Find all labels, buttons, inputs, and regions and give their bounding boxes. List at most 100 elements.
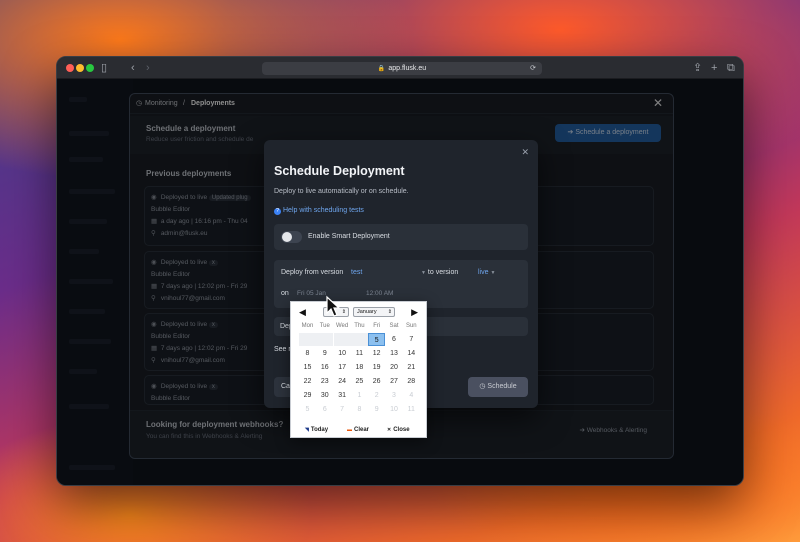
month-value: January [357,309,377,315]
minimize-window-button[interactable] [76,64,84,72]
calendar-day[interactable]: 10 [334,347,351,360]
calendar-day[interactable]: 8 [351,403,368,416]
close-label: Close [393,427,410,433]
weekday-header: Sun [405,323,417,329]
toggle-knob [282,232,292,242]
chevron-updown-icon: ⇕ [341,309,346,315]
calendar-day[interactable]: 31 [334,389,351,402]
lock-icon: 🔒 [377,66,386,72]
browser-titlebar: ▯ ‹ › 🔒 app.flusk.eu ⟳ ⇪ + ⧉ [57,57,743,79]
calendar-day[interactable]: 7 [334,403,351,416]
date-input[interactable]: Fri 05 Jan [297,290,326,297]
calendar-day[interactable]: 16 [316,361,333,374]
calendar-day[interactable] [350,333,368,346]
month-select[interactable]: January ⇕ [353,307,395,317]
calendar-day[interactable]: 14 [403,347,420,360]
today-label: Today [310,427,329,433]
calendar-day[interactable]: 26 [368,375,385,388]
calendar-day[interactable]: 9 [368,403,385,416]
date-picker: ◀ ⇕ January ⇕ ▶ Mon Tue Wed Thu Fri Sat Sun 5 6 7 8… [290,301,427,438]
schedule-button[interactable]: ◷ Schedule [468,377,528,397]
smart-deployment-label: Enable Smart Deployment [308,233,390,240]
smart-deployment-toggle[interactable] [281,231,302,243]
calendar-day[interactable]: 1 [351,389,368,402]
calendar-day[interactable]: 10 [386,403,403,416]
help-scheduling-link[interactable]: ? Help with scheduling tests [274,207,364,215]
time-input[interactable]: 12:00 AM [366,290,393,297]
weekday-header: Sat [389,323,399,329]
calendar-day[interactable]: 6 [386,333,403,346]
close-icon: ✕ [387,427,392,433]
calendar-day[interactable]: 2 [368,389,385,402]
calendar-day[interactable]: 22 [299,375,316,388]
forward-icon[interactable]: › [146,61,150,75]
calendar-day[interactable]: 5 [299,403,316,416]
calendar-day[interactable]: 8 [299,347,316,360]
calendar-day[interactable]: 20 [386,361,403,374]
close-button[interactable]: ✕ Close [387,427,410,433]
help-link-label: Help with scheduling tests [283,207,364,214]
calendar-day[interactable]: 18 [351,361,368,374]
chevron-down-icon[interactable]: ▼ [421,270,426,276]
reload-icon[interactable]: ⟳ [530,62,536,75]
address-bar[interactable]: 🔒 app.flusk.eu ⟳ [262,62,542,75]
clear-button[interactable]: ▬ Clear [347,427,369,433]
calendar-day[interactable]: 11 [403,403,420,416]
close-window-button[interactable] [66,64,74,72]
clear-label: Clear [354,427,370,433]
chevron-updown-icon: ⇕ [387,309,392,315]
back-icon[interactable]: ‹ [131,61,135,75]
modal-close-icon[interactable]: ✕ [521,147,529,158]
calendar-day[interactable]: 15 [299,361,316,374]
calendar-day[interactable]: 19 [368,361,385,374]
weekday-header: Wed [335,323,349,329]
url-text: app.flusk.eu [388,65,427,72]
modal-description: Deploy to live automatically or on sched… [274,188,409,195]
weekday-header: Tue [319,323,330,329]
calendar-day[interactable]: 28 [403,375,420,388]
calendar-day[interactable]: 12 [368,347,385,360]
share-icon[interactable]: ⇪ [693,61,702,75]
tab-overview-icon[interactable]: ⧉ [727,61,735,75]
new-tab-icon[interactable]: + [711,61,717,75]
deploy-from-label: Deploy from version [281,269,344,276]
from-version-select[interactable]: test [351,269,362,276]
prev-month-icon[interactable]: ◀ [299,307,306,318]
calendar-day[interactable]: 25 [351,375,368,388]
calendar-day[interactable] [333,333,351,346]
next-month-icon[interactable]: ▶ [411,307,418,318]
calendar-day[interactable] [316,333,334,346]
to-version-select[interactable]: live [478,269,489,276]
smart-deployment-row: Enable Smart Deployment [274,224,528,250]
mouse-cursor-icon [326,295,341,317]
sidebar-toggle-icon[interactable]: ▯ [101,61,107,75]
weekday-header: Thu [354,323,365,329]
calendar-day[interactable]: 27 [386,375,403,388]
calendar-day[interactable]: 24 [334,375,351,388]
calendar-day[interactable]: 23 [316,375,333,388]
calendar-day[interactable]: 17 [334,361,351,374]
calendar-day[interactable]: 11 [351,347,368,360]
to-version-label: to version [427,269,459,276]
calendar-day[interactable]: 30 [316,389,333,402]
calendar-day[interactable]: 3 [386,389,403,402]
calendar-day[interactable]: 6 [316,403,333,416]
zoom-window-button[interactable] [86,64,94,72]
weekday-header: Mon [301,323,314,329]
calendar-day[interactable]: 4 [403,389,420,402]
calendar-day[interactable]: 29 [299,389,316,402]
calendar-day[interactable]: 9 [316,347,333,360]
modal-title: Schedule Deployment [274,164,405,178]
help-icon: ? [274,208,281,215]
calendar-day[interactable]: 13 [386,347,403,360]
chevron-down-icon[interactable]: ▼ [490,270,495,276]
on-label: on [281,290,289,297]
calendar-day[interactable]: 21 [403,361,420,374]
today-button[interactable]: ◥ Today [305,427,328,433]
calendar-day[interactable] [299,333,316,346]
weekday-header: Fri [373,323,381,329]
calendar-day[interactable]: 7 [403,333,420,346]
schedule-button-label: Schedule [487,383,517,390]
calendar-day-selected[interactable]: 5 [368,333,386,346]
clear-icon: ▬ [347,427,352,433]
